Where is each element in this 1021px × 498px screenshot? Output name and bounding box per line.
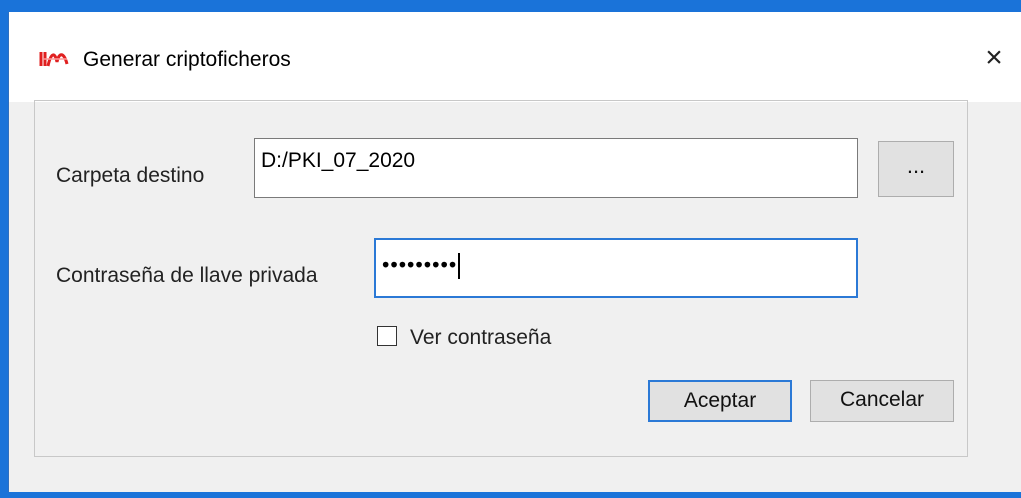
password-value: ••••••••• bbox=[382, 253, 458, 277]
text-caret bbox=[458, 253, 461, 279]
show-password-label[interactable]: Ver contraseña bbox=[410, 326, 551, 350]
cancel-button[interactable]: Cancelar bbox=[810, 380, 954, 422]
browse-button[interactable]: ... bbox=[878, 141, 954, 197]
password-input[interactable]: ••••••••• bbox=[374, 238, 858, 298]
close-button[interactable]: × bbox=[974, 38, 1014, 78]
accept-button[interactable]: Aceptar bbox=[648, 380, 792, 422]
password-label: Contraseña de llave privada bbox=[56, 264, 318, 287]
folder-label: Carpeta destino bbox=[56, 164, 205, 187]
show-password-checkbox[interactable] bbox=[377, 326, 397, 346]
window-title: Generar criptoficheros bbox=[83, 48, 291, 71]
title-bar: Generar criptoficheros × bbox=[9, 12, 1021, 102]
folder-input[interactable]: D:/PKI_07_2020 bbox=[254, 138, 858, 198]
app-logo-icon bbox=[39, 50, 69, 68]
